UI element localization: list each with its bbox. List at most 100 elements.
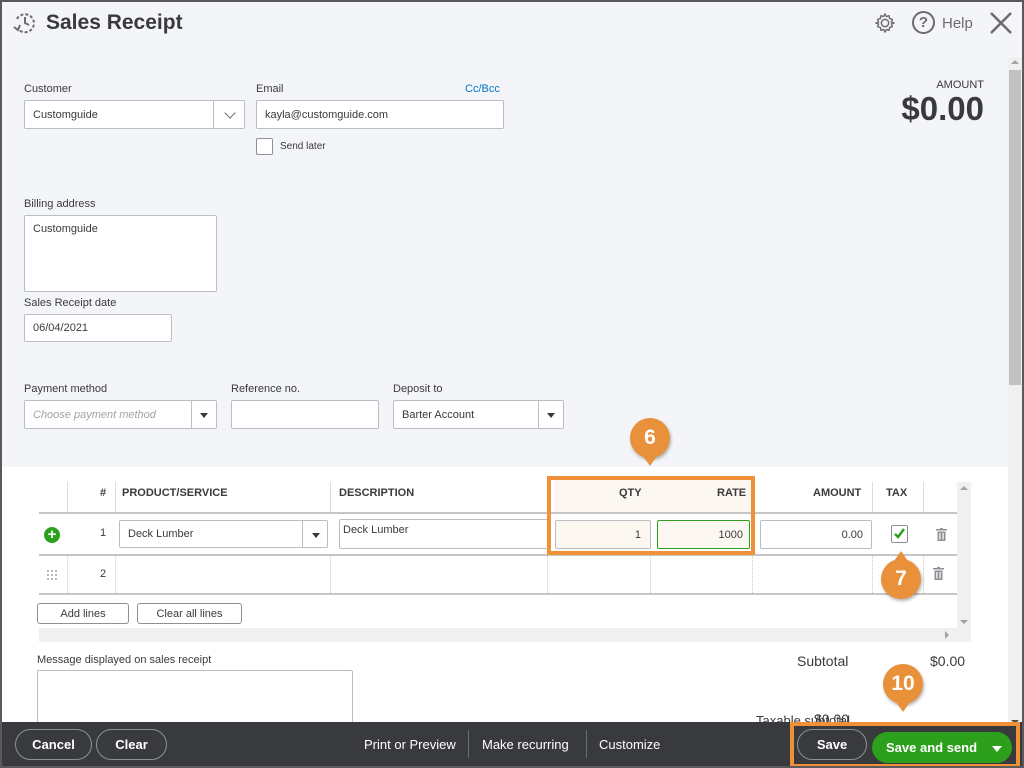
- subtotal-label: Subtotal: [797, 653, 849, 669]
- column-header-number: #: [100, 487, 107, 499]
- callout-badge-7: 7: [881, 559, 921, 599]
- customer-value: Customguide: [33, 108, 98, 121]
- column-header-product: PRODUCT/SERVICE: [122, 487, 228, 499]
- email-label: Email: [256, 83, 284, 95]
- page-title: Sales Receipt: [46, 11, 183, 34]
- make-recurring-link[interactable]: Make recurring: [482, 737, 569, 752]
- page-vertical-scrollbar[interactable]: [1008, 57, 1022, 727]
- message-label: Message displayed on sales receipt: [37, 654, 212, 666]
- scroll-down-arrow[interactable]: [960, 620, 968, 624]
- checkmark-icon: [894, 528, 905, 539]
- payment-method-placeholder: Choose payment method: [33, 408, 156, 421]
- cancel-button[interactable]: Cancel: [15, 729, 92, 760]
- column-divider: [115, 482, 116, 512]
- column-header-description: DESCRIPTION: [339, 487, 415, 499]
- caret-down-icon[interactable]: [547, 413, 555, 418]
- sales-receipt-date-label: Sales Receipt date: [24, 297, 117, 309]
- payment-method-label: Payment method: [24, 383, 108, 395]
- email-field[interactable]: kayla@customguide.com: [256, 100, 504, 129]
- help-link[interactable]: Help: [942, 15, 973, 32]
- dropdown-divider: [302, 521, 303, 547]
- dropdown-divider: [538, 401, 539, 428]
- dropdown-divider: [213, 101, 214, 128]
- send-later-label: Send later: [280, 141, 326, 152]
- column-header-amount: AMOUNT: [813, 487, 862, 499]
- callout-badge-10: 10: [883, 664, 923, 704]
- product-value: Deck Lumber: [128, 528, 194, 540]
- header-bar: Sales Receipt ? Help: [2, 2, 1022, 48]
- sales-receipt-date-field[interactable]: 06/04/2021: [24, 314, 172, 342]
- column-divider: [330, 482, 331, 512]
- callout-pointer: [643, 456, 657, 466]
- help-icon[interactable]: ?: [912, 11, 935, 34]
- callout-highlight-qty-rate: [547, 476, 755, 555]
- cc-bcc-link[interactable]: Cc/Bcc: [465, 83, 500, 95]
- print-preview-link[interactable]: Print or Preview: [364, 737, 456, 752]
- billing-address-value: Customguide: [33, 223, 98, 235]
- clear-all-lines-button[interactable]: Clear all lines: [137, 603, 242, 624]
- cell-divider: [872, 556, 873, 593]
- add-line-icon[interactable]: +: [44, 527, 60, 543]
- gear-icon[interactable]: [874, 12, 896, 34]
- taxable-subtotal-value: $0.00: [814, 711, 850, 722]
- scrollbar-thumb[interactable]: [1009, 70, 1021, 385]
- caret-down-icon[interactable]: [200, 413, 208, 418]
- column-divider: [923, 482, 924, 512]
- reference-no-field[interactable]: [231, 400, 379, 429]
- cell-divider: [115, 556, 116, 593]
- customer-select[interactable]: Customguide: [24, 100, 245, 129]
- amount-total: $0.00: [901, 90, 984, 127]
- customer-label: Customer: [24, 83, 72, 95]
- column-header-tax: TAX: [886, 487, 908, 499]
- clear-button[interactable]: Clear: [96, 729, 167, 760]
- amount-field[interactable]: 0.00: [760, 520, 872, 549]
- deposit-to-value: Barter Account: [402, 408, 475, 421]
- row-number: 2: [100, 568, 107, 580]
- payment-method-select[interactable]: Choose payment method: [24, 400, 217, 429]
- cell-divider: [330, 556, 331, 593]
- billing-address-label: Billing address: [24, 198, 96, 210]
- tax-checkbox[interactable]: [891, 525, 908, 543]
- scroll-up-arrow[interactable]: [1011, 60, 1019, 64]
- recent-transactions-icon[interactable]: [12, 10, 38, 36]
- billing-address-field[interactable]: Customguide: [24, 215, 217, 292]
- subtotal-value: $0.00: [930, 653, 966, 669]
- deposit-to-select[interactable]: Barter Account: [393, 400, 564, 429]
- trash-icon[interactable]: [933, 567, 944, 580]
- product-service-select[interactable]: Deck Lumber: [119, 520, 328, 548]
- callout-badge-6: 6: [630, 418, 670, 458]
- scroll-up-arrow[interactable]: [960, 486, 968, 490]
- row-divider: [39, 593, 957, 595]
- table-vertical-scrollbar[interactable]: [957, 482, 971, 628]
- add-lines-button[interactable]: Add lines: [37, 603, 129, 624]
- deposit-to-label: Deposit to: [393, 383, 443, 395]
- sales-receipt-window: Sales Receipt ? Help Customer Customguid…: [2, 2, 1022, 766]
- callout-pointer: [894, 551, 908, 561]
- description-field[interactable]: Deck Lumber: [339, 519, 551, 549]
- message-field[interactable]: [37, 670, 353, 730]
- customize-link[interactable]: Customize: [599, 737, 660, 752]
- send-later-checkbox[interactable]: [256, 138, 273, 155]
- cell-divider: [67, 556, 68, 593]
- scroll-right-arrow[interactable]: [945, 631, 949, 639]
- dropdown-divider: [191, 401, 192, 428]
- amount-value: 0.00: [841, 528, 863, 541]
- trash-icon[interactable]: [936, 528, 947, 541]
- caret-down-icon[interactable]: [312, 533, 320, 538]
- footer-divider: [468, 730, 469, 758]
- row-divider: [39, 512, 957, 514]
- chevron-down-icon[interactable]: [224, 107, 236, 119]
- column-divider: [872, 482, 873, 512]
- table-horizontal-scrollbar[interactable]: [39, 628, 971, 642]
- cell-divider: [547, 556, 548, 593]
- column-divider: [67, 482, 68, 512]
- cell-divider: [752, 556, 753, 593]
- row-number: 1: [100, 527, 107, 539]
- drag-handle-icon[interactable]: [46, 569, 57, 580]
- footer-divider: [586, 730, 587, 758]
- cell-divider: [923, 556, 924, 593]
- date-value: 06/04/2021: [33, 322, 89, 334]
- reference-no-label: Reference no.: [231, 383, 301, 395]
- close-icon[interactable]: [988, 10, 1014, 36]
- callout-highlight-save: [790, 722, 1020, 766]
